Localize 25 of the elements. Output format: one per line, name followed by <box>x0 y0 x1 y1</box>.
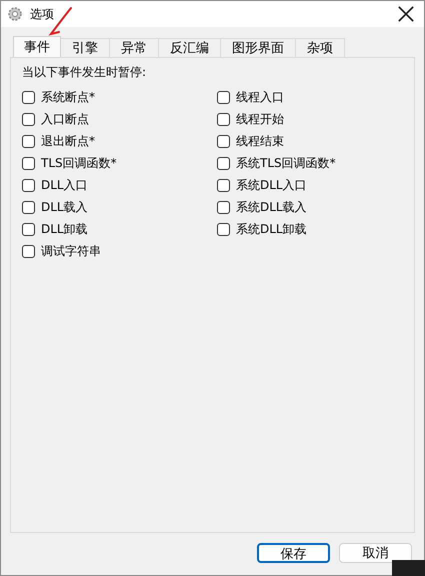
checkbox-label[interactable]: 入口断点 <box>41 110 89 128</box>
checkbox-label[interactable]: 系统TLS回调函数* <box>236 154 336 172</box>
tab[interactable]: 引擎 <box>60 38 110 57</box>
dialog-button[interactable]: 取消 <box>339 543 412 563</box>
checkbox-label[interactable]: 退出断点* <box>41 132 95 150</box>
checkbox-label[interactable]: DLL卸载 <box>41 220 88 238</box>
tab[interactable]: 图形界面 <box>220 38 296 57</box>
tab[interactable]: 事件 <box>13 36 61 57</box>
checkbox-label[interactable]: 系统DLL卸载 <box>236 220 307 238</box>
checkbox-label[interactable]: 系统DLL载入 <box>236 198 307 216</box>
checkbox-label[interactable]: 线程结束 <box>236 132 284 150</box>
dialog-button[interactable]: 保存 <box>257 543 330 563</box>
tab[interactable]: 反汇编 <box>158 38 221 57</box>
checkbox-label[interactable]: DLL入口 <box>41 176 88 194</box>
checkbox-label[interactable]: 调试字符串 <box>41 242 101 260</box>
checkbox-label[interactable]: 线程开始 <box>236 110 284 128</box>
checkbox-label[interactable]: 系统断点* <box>41 88 95 106</box>
window-title: 选项 <box>30 6 54 22</box>
checkbox-label[interactable]: TLS回调函数* <box>41 154 117 172</box>
tab[interactable]: 杂项 <box>295 38 345 57</box>
checkbox-label[interactable]: DLL载入 <box>41 198 88 216</box>
checkbox-label[interactable]: 线程入口 <box>236 88 284 106</box>
section-heading: 当以下事件发生时暂停: <box>22 64 148 81</box>
tab[interactable]: 异常 <box>109 38 159 57</box>
checkbox-label[interactable]: 系统DLL入口 <box>236 176 307 194</box>
